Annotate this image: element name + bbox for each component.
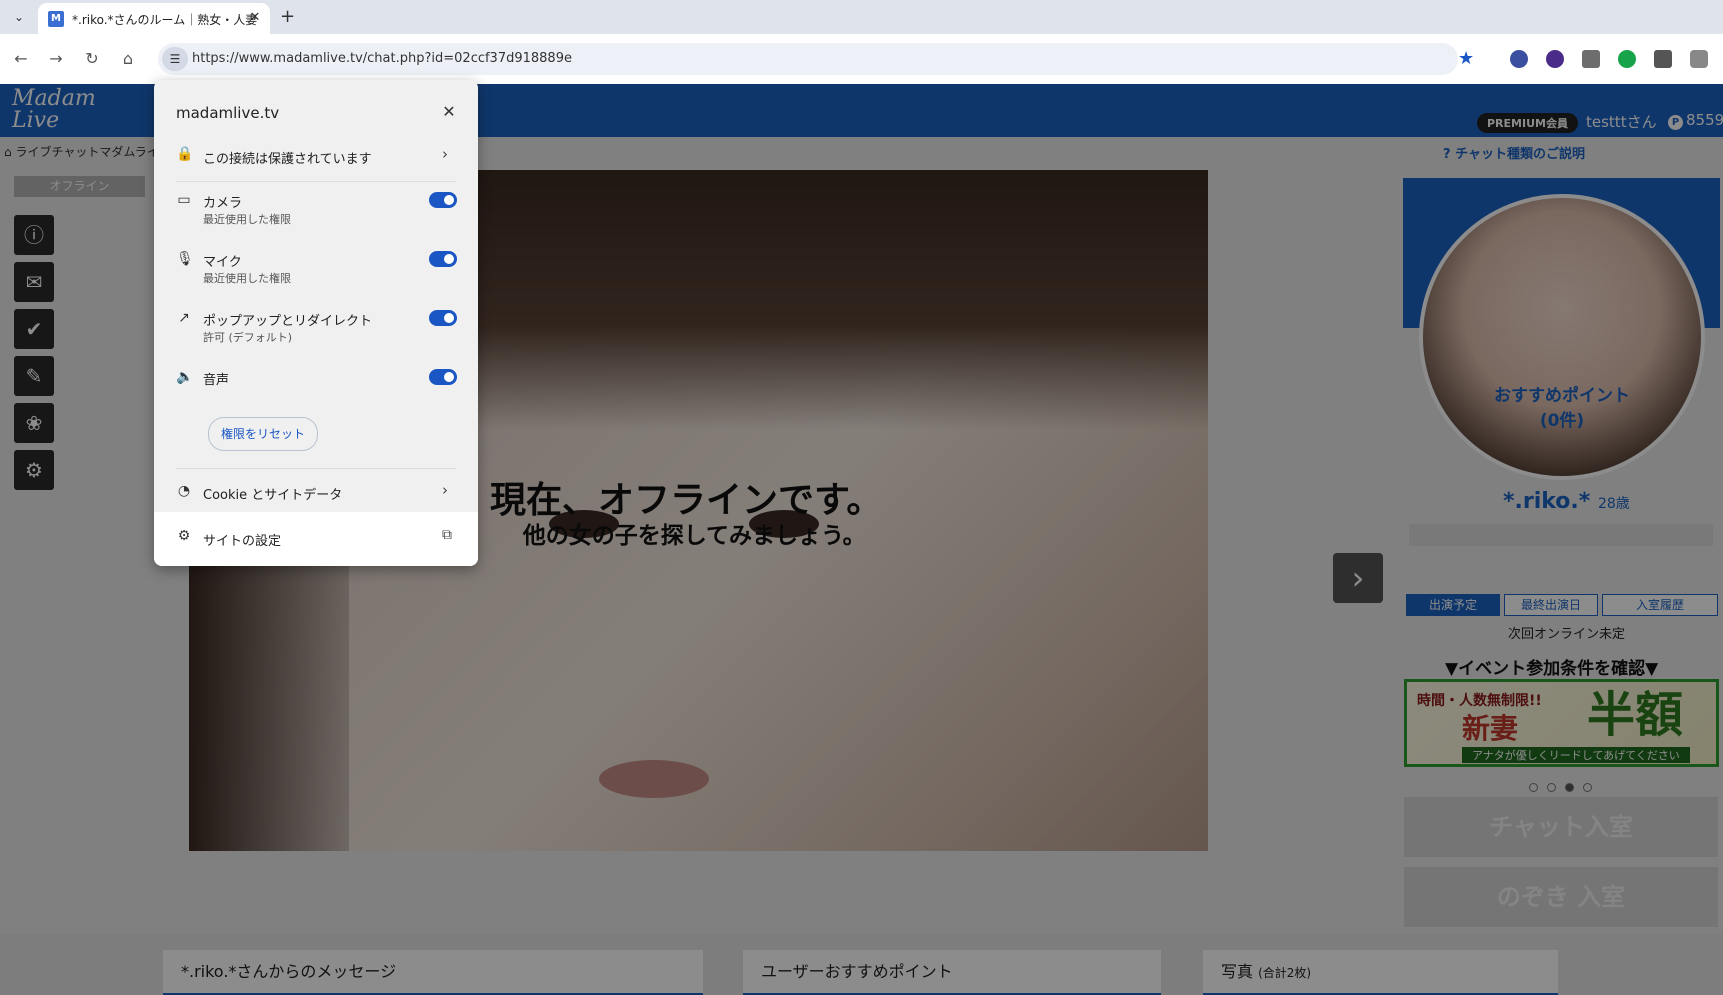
browser-tab[interactable]: M *.riko.*さんのルーム｜熟女・人妻 ✕ (38, 3, 270, 34)
connection-secure-row[interactable]: 🔒 この接続は保護されています › (154, 134, 478, 178)
camera-toggle[interactable] (429, 192, 457, 208)
forward-button[interactable]: → (44, 47, 68, 71)
speaker-icon: 🔈 (176, 369, 194, 385)
site-info-popup: madamlive.tv ✕ 🔒 この接続は保護されています › ▭ カメラ 最… (154, 80, 478, 566)
connection-label: この接続は保護されています (203, 152, 372, 167)
popups-label: ポップアップとリダイレクト (203, 314, 373, 329)
mic-row: 🎙 マイク 最近使用した権限 (154, 247, 478, 295)
camera-sublabel: 最近使用した権限 (203, 213, 291, 226)
mic-toggle[interactable] (429, 251, 457, 267)
tab-list-button[interactable]: ⌄ (7, 5, 31, 29)
back-button[interactable]: ← (9, 47, 33, 71)
external-link-icon: ↗ (178, 310, 190, 326)
tab-title: *.riko.*さんのルーム｜熟女・人妻 (72, 13, 258, 27)
mic-sublabel: 最近使用した権限 (203, 272, 291, 285)
divider (176, 181, 456, 182)
cookies-label: Cookie とサイトデータ (203, 488, 343, 503)
popups-row: ↗ ポップアップとリダイレクト 許可 (デフォルト) (154, 306, 478, 354)
reload-button[interactable]: ↻ (80, 47, 104, 71)
tab-close-icon[interactable]: ✕ (246, 9, 264, 27)
favicon-icon: M (48, 11, 64, 27)
chevron-right-icon: › (442, 145, 448, 163)
home-button[interactable]: ⌂ (116, 47, 140, 71)
microphone-icon: 🎙 (176, 251, 194, 267)
extension-icon-2[interactable] (1546, 50, 1564, 68)
popups-sublabel: 許可 (デフォルト) (203, 331, 293, 344)
site-settings-row[interactable]: ⚙ サイトの設定 ⧉ (154, 512, 478, 566)
popup-domain: madamlive.tv (176, 104, 280, 122)
extension-icon-4[interactable] (1618, 50, 1636, 68)
sound-toggle[interactable] (429, 369, 457, 385)
lock-icon: 🔒 (176, 146, 194, 162)
mic-label: マイク (203, 255, 242, 270)
sound-label: 音声 (203, 373, 230, 388)
sound-row: 🔈 音声 (154, 365, 478, 395)
camera-label: カメラ (203, 196, 243, 211)
extension-icon-3[interactable] (1582, 50, 1600, 68)
site-settings-content[interactable]: ⚙ サイトの設定 ⧉ (154, 512, 478, 566)
site-settings-label: サイトの設定 (203, 534, 282, 549)
tab-strip: ⌄ M *.riko.*さんのルーム｜熟女・人妻 ✕ + (0, 0, 1723, 34)
reset-permissions-button[interactable]: 権限をリセット (208, 417, 318, 451)
bookmark-star-icon[interactable]: ★ (1458, 48, 1474, 69)
site-info-button[interactable]: ☰ (162, 47, 188, 71)
new-tab-button[interactable]: + (280, 6, 295, 27)
shield-icon[interactable] (1690, 50, 1708, 68)
popups-toggle[interactable] (429, 310, 457, 326)
cookie-icon: ◔ (177, 483, 191, 499)
close-icon[interactable]: ✕ (439, 102, 459, 121)
chevron-right-icon: › (442, 481, 448, 499)
extension-icon-1[interactable] (1510, 50, 1528, 68)
gear-icon: ⚙ (177, 528, 191, 544)
divider (176, 468, 456, 469)
cookies-row[interactable]: ◔ Cookie とサイトデータ › (154, 474, 478, 510)
url-text[interactable]: https://www.madamlive.tv/chat.php?id=02c… (192, 51, 572, 66)
extension-icon-5[interactable] (1654, 50, 1672, 68)
camera-row: ▭ カメラ 最近使用した権限 (154, 188, 478, 236)
camera-icon: ▭ (177, 192, 191, 208)
open-external-icon: ⧉ (442, 527, 452, 543)
